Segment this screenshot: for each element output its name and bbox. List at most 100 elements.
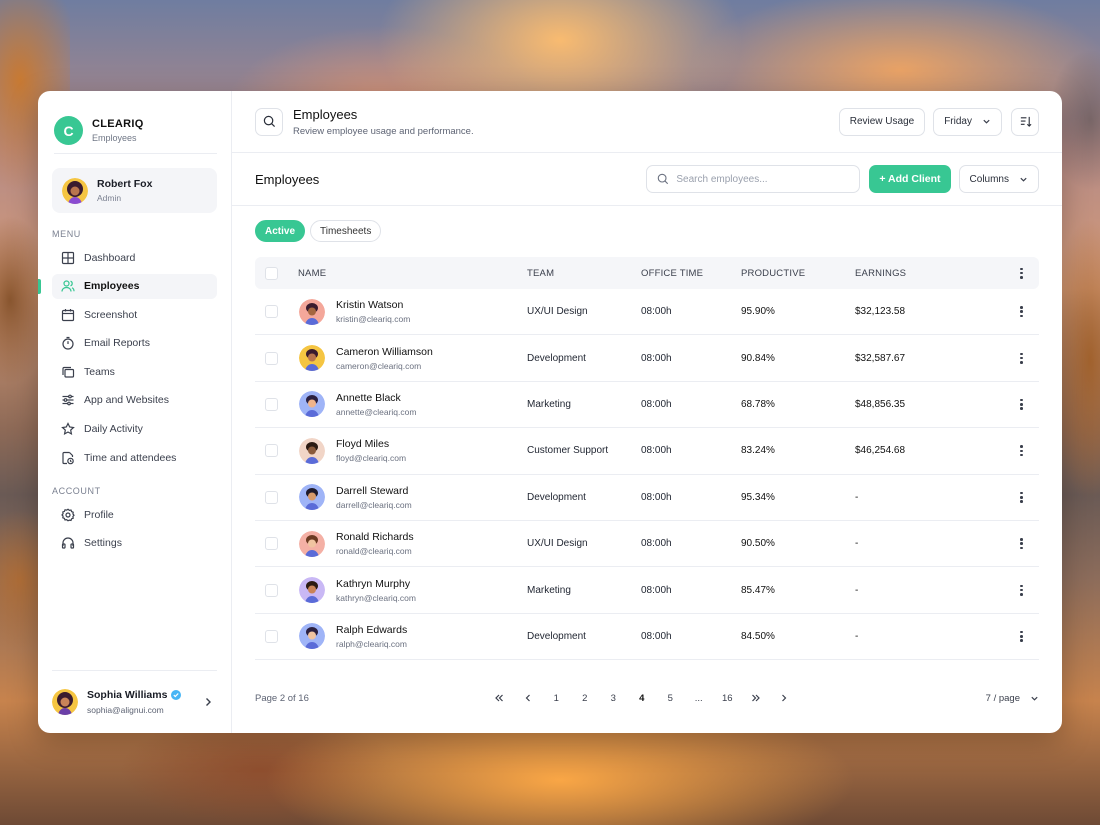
page-button[interactable]: 4 bbox=[628, 693, 657, 704]
sidebar-item-employees[interactable]: Employees bbox=[38, 273, 217, 299]
avatar bbox=[299, 623, 325, 650]
column-header-name[interactable]: NAME bbox=[298, 268, 527, 279]
table-row[interactable]: Ralph Edwards ralph@cleariq.com Developmen… bbox=[255, 614, 1039, 661]
employee-earnings: - bbox=[855, 491, 859, 503]
row-checkbox[interactable] bbox=[265, 583, 278, 597]
employee-earnings: - bbox=[855, 630, 859, 642]
employee-productive: 83.24% bbox=[741, 445, 775, 457]
sidebar-item-settings[interactable]: Settings bbox=[52, 531, 217, 556]
column-header-earnings[interactable]: EARNINGS bbox=[855, 268, 985, 279]
users-icon bbox=[61, 279, 75, 293]
columns-label: Columns bbox=[969, 173, 1009, 185]
row-checkbox[interactable] bbox=[265, 397, 278, 411]
grid-icon bbox=[61, 251, 75, 265]
employee-team: Development bbox=[527, 630, 586, 642]
chip-active[interactable]: Active bbox=[255, 220, 306, 242]
table-row[interactable]: Kristin Watson kristin@cleariq.com UX/UI D… bbox=[255, 289, 1039, 336]
file-clock-icon bbox=[61, 451, 75, 465]
gear-icon bbox=[61, 508, 75, 522]
page-button[interactable]: 16 bbox=[713, 693, 742, 704]
table-title: Employees bbox=[255, 171, 320, 187]
table-row[interactable]: Darrell Steward darrell@cleariq.com Develo… bbox=[255, 475, 1039, 521]
footer-user-email: sophia@alignui.com bbox=[87, 705, 164, 715]
sidebar-item-label: Dashboard bbox=[84, 251, 136, 264]
row-checkbox[interactable] bbox=[265, 537, 278, 551]
sidebar-item-label: Profile bbox=[84, 508, 114, 521]
current-user-card[interactable]: Robert Fox Admin bbox=[52, 168, 217, 213]
chevron-right-icon[interactable] bbox=[203, 697, 213, 707]
select-all-checkbox[interactable] bbox=[265, 266, 278, 280]
sidebar-item-profile[interactable]: Profile bbox=[52, 502, 217, 527]
first-page-button[interactable] bbox=[485, 693, 514, 703]
more-icon[interactable] bbox=[1020, 491, 1023, 503]
row-checkbox[interactable] bbox=[265, 629, 278, 643]
current-user-role: Admin bbox=[97, 193, 122, 203]
column-header-team[interactable]: TEAM bbox=[527, 268, 641, 279]
employee-name: Kathryn Murphy bbox=[336, 577, 411, 590]
brand-logo: C bbox=[54, 116, 83, 145]
search-input[interactable] bbox=[676, 173, 847, 185]
sidebar-item-email-reports[interactable]: Email Reports bbox=[52, 331, 217, 356]
sidebar-item-daily-activity[interactable]: Daily Activity bbox=[52, 417, 217, 442]
table-row[interactable]: Cameron Williamson cameron@cleariq.com Dev… bbox=[255, 335, 1039, 382]
chip-timesheets[interactable]: Timesheets bbox=[310, 220, 382, 242]
table-row[interactable]: Ronald Richards ronald@cleariq.com UX/UI D… bbox=[255, 521, 1039, 568]
sidebar-item-time-and-attendees[interactable]: Time and attendees bbox=[52, 445, 217, 470]
divider bbox=[54, 153, 217, 154]
row-checkbox[interactable] bbox=[265, 305, 278, 319]
footer-user[interactable]: Sophia Williams sophia@alignui.com bbox=[52, 670, 217, 733]
table-row[interactable]: Annette Black annette@cleariq.com Marketin… bbox=[255, 382, 1039, 429]
search-button[interactable] bbox=[255, 107, 283, 136]
last-page-button[interactable] bbox=[742, 693, 771, 703]
headphones-icon bbox=[61, 536, 75, 550]
employee-productive: 95.90% bbox=[741, 306, 775, 318]
next-page-button[interactable] bbox=[770, 693, 799, 703]
more-icon[interactable] bbox=[1020, 445, 1023, 457]
column-header-productive[interactable]: PRODUCTIVE bbox=[741, 268, 855, 279]
brand-name: CLEARIQ bbox=[92, 118, 144, 130]
more-icon[interactable] bbox=[1020, 306, 1023, 318]
more-icon[interactable] bbox=[1020, 538, 1023, 550]
more-icon[interactable] bbox=[1020, 584, 1023, 596]
sidebar-item-screenshot[interactable]: Screenshot bbox=[52, 302, 217, 327]
column-header-office-time[interactable]: OFFICE TIME bbox=[641, 268, 741, 279]
page-button[interactable]: 2 bbox=[571, 693, 600, 704]
employee-earnings: - bbox=[855, 584, 859, 596]
add-client-button[interactable]: + Add Client bbox=[869, 165, 951, 193]
review-usage-button[interactable]: Review Usage bbox=[838, 107, 926, 136]
page-header: Employees Review employee usage and perf… bbox=[232, 91, 1062, 153]
sidebar-item-label: Teams bbox=[84, 365, 115, 378]
per-page-select[interactable]: 7 / page bbox=[986, 693, 1039, 704]
avatar bbox=[299, 391, 325, 418]
search-icon bbox=[658, 173, 669, 185]
employee-email: kathryn@cleariq.com bbox=[336, 592, 416, 603]
employee-office-time: 08:00h bbox=[641, 445, 672, 457]
employee-earnings: $48,856.35 bbox=[855, 398, 906, 410]
columns-select[interactable]: Columns bbox=[958, 165, 1039, 193]
more-icon[interactable] bbox=[1020, 352, 1023, 364]
sort-button[interactable] bbox=[1011, 107, 1039, 136]
table-header: NAME TEAM OFFICE TIME PRODUCTIVE EARNING… bbox=[255, 257, 1039, 289]
employee-office-time: 08:00h bbox=[641, 538, 672, 550]
sidebar-item-dashboard[interactable]: Dashboard bbox=[52, 245, 217, 270]
current-user-name: Robert Fox bbox=[97, 178, 153, 190]
row-checkbox[interactable] bbox=[265, 444, 278, 458]
employee-email: cameron@cleariq.com bbox=[336, 360, 422, 371]
day-select[interactable]: Friday bbox=[933, 107, 1002, 136]
row-checkbox[interactable] bbox=[265, 351, 278, 365]
page-button[interactable]: 1 bbox=[542, 693, 571, 704]
sidebar-item-app-and-websites[interactable]: App and Websites bbox=[52, 388, 217, 413]
page-button[interactable]: 5 bbox=[656, 693, 685, 704]
prev-page-button[interactable] bbox=[514, 693, 543, 703]
table-row[interactable]: Kathryn Murphy kathryn@cleariq.com Marketi… bbox=[255, 567, 1039, 614]
sidebar-item-teams[interactable]: Teams bbox=[52, 359, 217, 384]
search-field[interactable] bbox=[646, 165, 861, 193]
more-icon[interactable] bbox=[1020, 398, 1023, 410]
double-chevron-left-icon bbox=[495, 694, 504, 702]
table-row[interactable]: Floyd Miles floyd@cleariq.com Customer Sup… bbox=[255, 428, 1039, 475]
more-icon[interactable] bbox=[1020, 630, 1023, 642]
more-icon[interactable] bbox=[1020, 267, 1023, 279]
page-button[interactable]: 3 bbox=[599, 693, 628, 704]
row-checkbox[interactable] bbox=[265, 490, 278, 504]
sidebar-item-label: Time and attendees bbox=[84, 451, 177, 464]
